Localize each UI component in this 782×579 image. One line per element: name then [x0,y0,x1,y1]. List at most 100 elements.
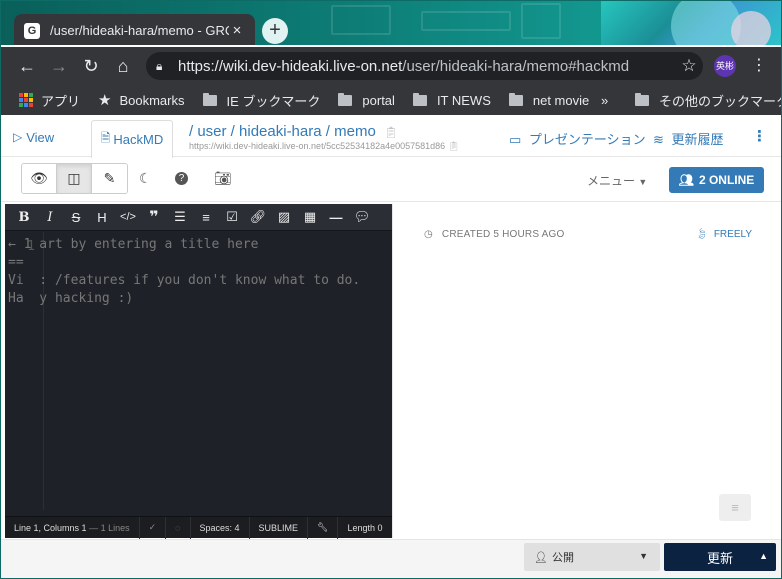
browser-tab[interactable]: G /user/hideaki-hara/memo - GRC × [14,14,255,45]
leaf-icon: 🍃︎ [695,229,709,240]
editor-content[interactable]: ← 1 art by entering a title here == Vi : /… [8,236,360,308]
editor-line[interactable]: Vi : /features if you don't know what to… [8,272,360,290]
toc-toggle-button[interactable]: ≡ [719,494,751,521]
browser-window: G /user/hideaki-hara/memo - GRC × + ← → … [0,0,782,579]
browser-menu-icon[interactable]: ⋮ [751,55,767,75]
help-question-icon[interactable]: ? [175,172,188,185]
address-url[interactable]: https://wiki.dev-hideaki.live-on.net/use… [178,58,675,75]
folder-icon [202,92,217,106]
quote-icon[interactable]: ❞ [141,207,167,227]
bookmark-apps[interactable]: アプリ [19,91,80,110]
bookmark-portal[interactable]: portal [338,92,395,108]
tab-strip: G /user/hideaki-hara/memo - GRC × + [1,1,781,45]
night-mode-moon-icon[interactable]: ☾ [139,170,152,187]
wrench-icon[interactable]: 🔧︎ [307,516,337,539]
markdown-format-toolbar: B I S H </> ❞ ☰ ≡ ☑ 🔗︎ ▨ ▦ — 💬︎ [5,204,392,231]
mode-switcher: 👁︎ ◫ ✎ [21,163,128,194]
bookmark-star-icon[interactable]: ☆ [675,56,703,76]
editor-line[interactable]: == [8,254,360,272]
strikethrough-icon[interactable]: S [63,210,89,225]
camera-icon[interactable]: 📷︎ [214,170,232,187]
apps-grid-icon [19,93,33,107]
ordered-list-icon[interactable]: ≡ [193,210,219,225]
bookmark-it-news[interactable]: IT NEWS [412,92,491,108]
profile-avatar[interactable]: 英彬 [714,55,736,77]
tab-close-icon[interactable]: × [229,22,245,39]
editor-status-bar: Line 1, Columns 1 — 1 Lines ✓ ◌ Spaces: … [5,516,392,539]
folder-icon [412,92,427,106]
editor-toolbar: 👁︎ ◫ ✎ ☾ ? 📷︎ メニュー ▼ 👥︎ 2 ONLINE [1,158,781,202]
forward-arrow-icon[interactable]: → [43,56,75,77]
horizontal-rule-icon[interactable]: — [323,210,349,225]
check-icon[interactable]: ✓ [138,516,166,539]
copy-clipboard-icon[interactable]: 📋︎ [448,141,459,151]
link-icon[interactable]: 🔗︎ [245,209,271,225]
comment-icon[interactable]: 💬︎ [349,209,375,225]
bookmarks-overflow-button[interactable]: » [601,93,608,108]
publish-select[interactable]: 👤︎ 公開 ▼ [524,543,660,571]
path-link-memo[interactable]: memo [334,123,376,140]
caret-up-icon[interactable]: ▲ [759,551,768,561]
user-icon: 👤︎ [534,551,548,564]
caret-down-icon: ▼ [638,177,648,187]
indentation-setting[interactable]: Spaces: 4 [189,516,249,539]
split-mode-columns-icon[interactable]: ◫ [57,164,92,193]
history-button[interactable]: ≋ 更新履歴 [653,129,724,148]
cursor-position: Line 1, Columns 1 — 1 Lines [14,522,130,533]
copy-clipboard-icon[interactable]: 📋︎ [384,127,398,139]
star-icon: ★ [98,92,112,109]
folder-icon [508,92,523,106]
keymap-setting[interactable]: SUBLIME [248,516,308,539]
more-options-icon[interactable]: ⋮ [752,127,767,145]
users-icon: 👥︎ [678,173,694,187]
view-mode-button[interactable]: ▷ View [13,117,54,157]
bookmark-bookmarks[interactable]: ★ Bookmarks [98,91,184,109]
bold-icon[interactable]: B [11,210,37,225]
update-button[interactable]: 更新 ▲ [664,543,776,571]
other-bookmarks[interactable]: その他のブックマーク [635,91,781,110]
edit-mode-pencil-icon[interactable]: ✎ [92,164,127,193]
editor-line[interactable]: ← 1 art by entering a title here [8,236,360,254]
permission-badge[interactable]: 🍃︎ FREELY [695,229,752,240]
reload-icon[interactable]: ↻ [75,56,107,77]
menu-dropdown[interactable]: メニュー ▼ [587,172,647,189]
image-icon[interactable]: ▨ [271,209,297,225]
heading-icon[interactable]: H [89,210,115,225]
tab-title: /user/hideaki-hara/memo - GRC [50,23,229,38]
site-favicon-icon: G [24,22,40,39]
view-mode-eye-icon[interactable]: 👁︎ [22,164,57,193]
hackmd-tab-button[interactable]: 🗎︎ HackMD [91,120,173,158]
browser-toolbar: ← → ↻ ⌂ 🔒︎ https://wiki.dev-hideaki.live… [1,47,781,85]
play-outline-icon: ▷ [13,130,23,144]
bottom-bar: 👤︎ 公開 ▼ 更新 ▲ [1,539,781,578]
presentation-icon: ▭ [509,132,522,147]
theme-artwork [601,1,781,45]
spinner-icon: ◌ [165,516,189,539]
markdown-editor[interactable]: B I S H </> ❞ ☰ ≡ ☑ 🔗︎ ▨ ▦ — 💬︎ 1 ← 1 ar… [5,204,392,539]
online-users-button[interactable]: 👥︎ 2 ONLINE [669,167,764,193]
document-icon: 🗎︎ [100,131,111,145]
path-link-hideaki-hara[interactable]: hideaki-hara [239,123,322,140]
created-timestamp: ◷ CREATED 5 HOURS AGO [424,229,565,240]
clock-icon: ◷ [424,229,433,240]
unordered-list-icon[interactable]: ☰ [167,209,193,225]
home-icon[interactable]: ⌂ [107,56,139,77]
bookmark-ie[interactable]: IE ブックマーク [202,91,320,110]
address-bar[interactable]: 🔒︎ https://wiki.dev-hideaki.live-on.net/… [146,52,703,80]
lock-icon: 🔒︎ [156,58,163,73]
table-icon[interactable]: ▦ [297,209,323,225]
presentation-button[interactable]: ▭ プレゼンテーション [509,129,646,148]
split-divider[interactable] [392,204,400,538]
markdown-preview: ◷ CREATED 5 HOURS AGO 🍃︎ FREELY ≡ [400,204,781,538]
back-arrow-icon[interactable]: ← [11,56,43,77]
new-tab-button[interactable]: + [262,18,288,44]
app-header: ▷ View 🗎︎ HackMD / user / hideaki-hara /… [1,117,781,158]
code-icon[interactable]: </> [115,211,141,223]
caret-down-icon: ▼ [639,551,648,561]
editor-line[interactable]: Ha y hacking :) [8,290,360,308]
path-link-user[interactable]: / user [189,123,227,140]
checkbox-icon[interactable]: ☑ [219,209,245,225]
folder-icon [635,93,649,106]
italic-icon[interactable]: I [37,210,63,225]
bookmark-net-movie[interactable]: net movie [508,92,589,108]
